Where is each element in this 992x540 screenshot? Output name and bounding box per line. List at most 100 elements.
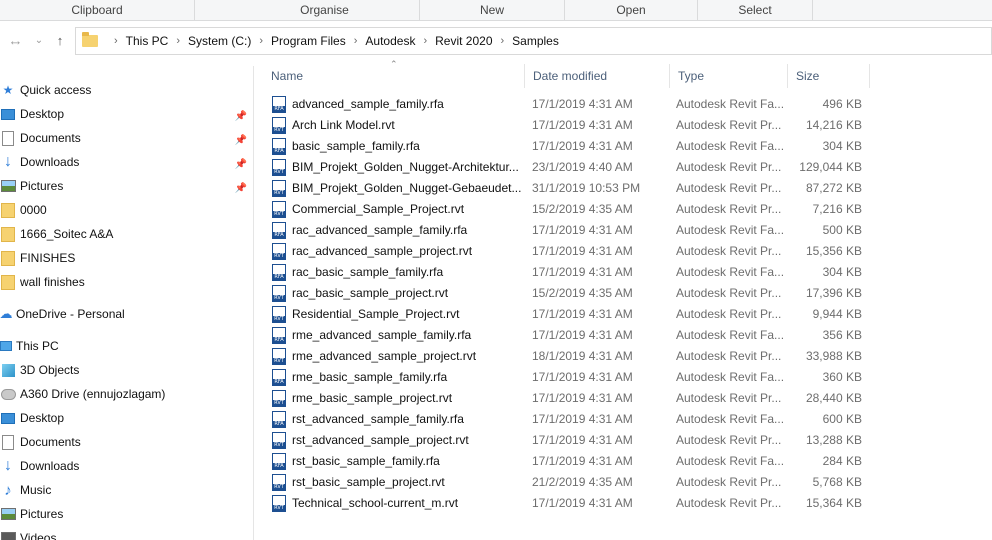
file-date-modified: 17/1/2019 4:31 AM	[532, 412, 633, 426]
pin-icon[interactable]: 📌	[235, 158, 247, 170]
file-date-modified: 17/1/2019 4:31 AM	[532, 139, 633, 153]
file-extension-label: RVT	[274, 295, 284, 301]
file-extension-label: RVT	[274, 211, 284, 217]
file-row[interactable]: RVT rme_basic_sample_project.rvt 17/1/2019…	[266, 388, 870, 409]
file-row[interactable]: RFA rac_basic_sample_family.rfa 17/1/2019 …	[266, 262, 870, 283]
file-row[interactable]: RVT rac_advanced_sample_project.rvt 17/1/2…	[266, 241, 870, 262]
sidebar-item-videos[interactable]: Videos	[0, 526, 56, 540]
breadcrumb-item[interactable]: Samples	[512, 34, 559, 48]
chevron-right-icon[interactable]: ›	[259, 35, 263, 47]
revit-file-icon: RFA	[272, 369, 286, 386]
sidebar-item-1666-soitec[interactable]: 1666_Soitec A&A	[0, 222, 113, 246]
column-header-name[interactable]: Name	[263, 64, 525, 88]
file-date-modified: 17/1/2019 4:31 AM	[532, 118, 633, 132]
breadcrumb-item[interactable]: Program Files	[271, 34, 346, 48]
sidebar-item-0000[interactable]: 0000	[0, 198, 47, 222]
sidebar-item-3d-objects[interactable]: 3D Objects	[0, 358, 79, 382]
chevron-down-icon[interactable]: ⌄	[30, 31, 48, 49]
column-header-date-modified[interactable]: Date modified	[525, 64, 670, 88]
file-date-modified: 21/2/2019 4:35 AM	[532, 475, 633, 489]
file-row[interactable]: RFA rme_basic_sample_family.rfa 17/1/2019 …	[266, 367, 870, 388]
file-row[interactable]: RVT rst_basic_sample_project.rvt 21/2/2019…	[266, 472, 870, 493]
sidebar-item-downloads[interactable]: ↓ Downloads	[0, 150, 79, 174]
sidebar-item-a360-drive[interactable]: A360 Drive (ennujozlagam)	[0, 382, 165, 406]
file-size: 496 KB	[822, 97, 862, 111]
chevron-right-icon[interactable]: ›	[423, 35, 427, 47]
breadcrumb-item[interactable]: System (C:)	[188, 34, 251, 48]
revit-file-icon: RFA	[272, 264, 286, 281]
file-type: Autodesk Revit Fa...	[676, 97, 784, 111]
file-row[interactable]: RFA basic_sample_family.rfa 17/1/2019 4:31…	[266, 136, 870, 157]
file-row[interactable]: RVT BIM_Projekt_Golden_Nugget-Architektur…	[266, 157, 870, 178]
file-row[interactable]: RVT Arch Link Model.rvt 17/1/2019 4:31 AM A…	[266, 115, 870, 136]
chevron-right-icon[interactable]: ›	[176, 35, 180, 47]
file-name: rst_basic_sample_family.rfa	[292, 454, 440, 468]
up-arrow-icon[interactable]: ↑	[51, 31, 69, 49]
address-bar[interactable]: › This PC › System (C:) › Program Files …	[75, 27, 992, 55]
breadcrumb-item[interactable]: Autodesk	[365, 34, 415, 48]
file-size: 284 KB	[822, 454, 862, 468]
sidebar-item-desktop[interactable]: Desktop	[0, 102, 64, 126]
file-row[interactable]: RFA rac_advanced_sample_family.rfa 17/1/20…	[266, 220, 870, 241]
file-extension-label: RFA	[274, 232, 284, 238]
file-date-modified: 23/1/2019 4:40 AM	[532, 160, 633, 174]
sidebar-item-desktop-pc[interactable]: Desktop	[0, 406, 64, 430]
sidebar-item-label: Documents	[20, 435, 81, 449]
file-row[interactable]: RFA rst_basic_sample_family.rfa 17/1/2019 …	[266, 451, 870, 472]
file-row[interactable]: RFA advanced_sample_family.rfa 17/1/2019 4…	[266, 94, 870, 115]
computer-icon	[0, 338, 12, 354]
file-name: BIM_Projekt_Golden_Nugget-Architektur...	[292, 160, 519, 174]
sidebar-item-label: Pictures	[20, 179, 64, 193]
pin-icon[interactable]: 📌	[235, 182, 247, 194]
folder-icon	[0, 250, 16, 266]
file-row[interactable]: RVT Technical_school-current_m.rvt 17/1/20…	[266, 493, 870, 514]
file-row[interactable]: RVT rac_basic_sample_project.rvt 15/2/2019…	[266, 283, 870, 304]
chevron-right-icon[interactable]: ›	[501, 35, 505, 47]
sidebar-item-pictures-pc[interactable]: Pictures	[0, 502, 63, 526]
breadcrumb-item[interactable]: Revit 2020	[435, 34, 492, 48]
pin-icon[interactable]: 📌	[235, 110, 247, 122]
folder-icon	[0, 202, 16, 218]
breadcrumb-item[interactable]: This PC	[126, 34, 169, 48]
pin-icon[interactable]: 📌	[235, 134, 247, 146]
sidebar-item-wall-finishes[interactable]: wall finishes	[0, 270, 85, 294]
file-size: 500 KB	[822, 223, 862, 237]
file-row[interactable]: RVT rst_advanced_sample_project.rvt 17/1/2…	[266, 430, 870, 451]
folder-icon	[0, 226, 16, 242]
file-type: Autodesk Revit Pr...	[676, 286, 782, 300]
sidebar-item-quick-access[interactable]: ★ Quick access	[0, 78, 92, 102]
file-extension-label: RVT	[274, 442, 284, 448]
column-header-type[interactable]: Type	[670, 64, 788, 88]
sidebar-item-pictures[interactable]: Pictures	[0, 174, 63, 198]
sidebar-item-this-pc[interactable]: This PC	[0, 334, 59, 358]
column-header-size[interactable]: Size	[788, 64, 870, 88]
file-row[interactable]: RVT rme_advanced_sample_project.rvt 18/1/2…	[266, 346, 870, 367]
sidebar-item-finishes[interactable]: FINISHES	[0, 246, 75, 270]
chevron-right-icon[interactable]: ›	[354, 35, 358, 47]
forward-arrow-icon[interactable]: →	[7, 31, 25, 49]
file-extension-label: RFA	[274, 379, 284, 385]
file-extension-label: RVT	[274, 400, 284, 406]
file-date-modified: 17/1/2019 4:31 AM	[532, 223, 633, 237]
sidebar-item-onedrive[interactable]: ☁ OneDrive - Personal	[0, 302, 125, 326]
file-extension-label: RFA	[274, 463, 284, 469]
sidebar-item-music[interactable]: ♪ Music	[0, 478, 51, 502]
file-row[interactable]: RVT Commercial_Sample_Project.rvt 15/2/201…	[266, 199, 870, 220]
sidebar-item-documents[interactable]: Documents	[0, 126, 81, 150]
file-type: Autodesk Revit Pr...	[676, 181, 782, 195]
file-date-modified: 15/2/2019 4:35 AM	[532, 286, 633, 300]
sidebar-item-documents-pc[interactable]: Documents	[0, 430, 81, 454]
file-row[interactable]: RFA rme_advanced_sample_family.rfa 17/1/20…	[266, 325, 870, 346]
file-row[interactable]: RVT BIM_Projekt_Golden_Nugget-Gebaeudet..…	[266, 178, 870, 199]
file-type: Autodesk Revit Pr...	[676, 496, 782, 510]
file-size: 7,216 KB	[812, 202, 862, 216]
file-name: basic_sample_family.rfa	[292, 139, 420, 153]
desktop-icon	[0, 106, 16, 122]
file-row[interactable]: RVT Residential_Sample_Project.rvt 17/1/20…	[266, 304, 870, 325]
file-row[interactable]: RFA rst_advanced_sample_family.rfa 17/1/20…	[266, 409, 870, 430]
cube-icon	[0, 362, 16, 378]
revit-file-icon: RFA	[272, 138, 286, 155]
chevron-right-icon[interactable]: ›	[114, 35, 118, 47]
sidebar-item-downloads-pc[interactable]: ↓ Downloads	[0, 454, 79, 478]
file-name: rme_basic_sample_project.rvt	[292, 391, 453, 405]
